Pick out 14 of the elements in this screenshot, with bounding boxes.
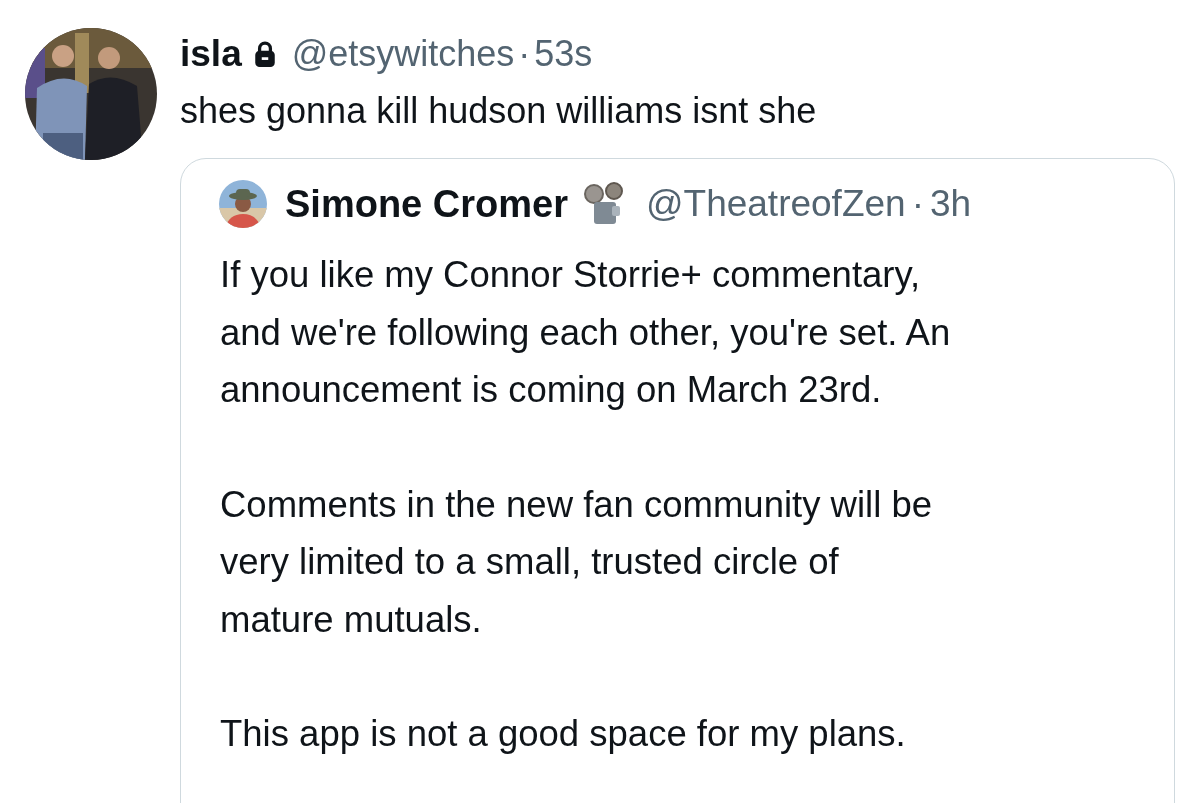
timestamp[interactable]: 3h (930, 183, 972, 225)
user-name[interactable]: Simone Cromer (285, 182, 568, 226)
user-name[interactable]: isla (180, 33, 242, 75)
quote-paragraph: Comments in the new fan community will be very limited to a small, trusted circle of mature mutuals. (220, 482, 934, 642)
quote-card[interactable] (180, 158, 1175, 803)
quote-paragraph: If you like my Connor Storrie+ commentary, and we're following each other, you're set. An announcement is coming on March 23rd. (220, 253, 952, 412)
user-handle[interactable]: @etsywitches (291, 33, 515, 75)
separator-dot: · (911, 183, 924, 225)
separator-dot: · (518, 33, 531, 75)
timestamp[interactable]: 53s (534, 33, 593, 75)
tweet-text: shes gonna kill hudson williams isnt she (180, 90, 818, 132)
film-projector-icon (581, 182, 626, 226)
user-handle[interactable]: @TheatreofZen (645, 183, 906, 225)
quote-paragraph: This app is not a good space for my plans. (220, 712, 907, 756)
